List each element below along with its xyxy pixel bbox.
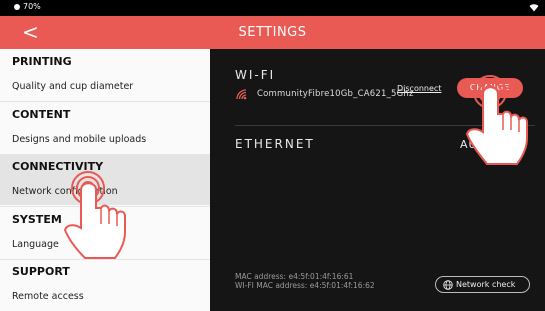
- sidebar-item-remote-access[interactable]: Remote access: [0, 284, 210, 310]
- change-network-button[interactable]: CHANGE: [457, 78, 523, 98]
- network-name: CommunityFibre10Gb_CA621_5Ghz: [257, 89, 414, 99]
- sidebar-item-language[interactable]: Language: [0, 232, 210, 258]
- wifi-mac-address: WI-FI MAC address: e4:5f:01:4f:16:62: [235, 281, 375, 290]
- wifi-signal-icon: [236, 89, 247, 100]
- mac-addresses: MAC address: e4:5f:01:4f:16:61 WI-FI MAC…: [235, 272, 375, 290]
- section-heading-connectivity: CONNECTIVITY: [12, 160, 104, 173]
- ethernet-auto-toggle[interactable]: [500, 137, 524, 151]
- connected-network: CommunityFibre10Gb_CA621_5Ghz: [235, 86, 414, 102]
- status-bar: 70%: [0, 0, 545, 16]
- page-title: SETTINGS: [238, 25, 307, 40]
- connectivity-panel: WI-FI CommunityFibre10Gb_CA621_5Ghz Disc…: [210, 49, 545, 311]
- network-check-label: Network check: [456, 280, 516, 289]
- settings-sidebar: PRINTING Quality and cup diameter CONTEN…: [0, 49, 210, 311]
- globe-icon: [443, 279, 453, 290]
- ethernet-section-label: ETHERNET: [235, 137, 315, 151]
- wifi-section-label: WI-FI: [235, 68, 276, 82]
- toggle-knob: [511, 138, 523, 150]
- section-heading-printing: PRINTING: [12, 55, 72, 68]
- battery-indicator: 70%: [14, 2, 41, 11]
- divider: [0, 206, 210, 207]
- battery-level: 70%: [23, 2, 41, 11]
- wifi-icon: [529, 4, 539, 12]
- section-heading-system: SYSTEM: [12, 213, 62, 226]
- divider: [0, 101, 210, 102]
- mac-address: MAC address: e4:5f:01:4f:16:61: [235, 272, 354, 281]
- sidebar-item-network-configuration[interactable]: Network configuration: [0, 179, 210, 205]
- disconnect-link[interactable]: Disconnect: [397, 84, 441, 93]
- ethernet-mode-label: AUTO: [460, 138, 495, 151]
- app-header: < SETTINGS: [0, 16, 545, 49]
- sidebar-item-designs[interactable]: Designs and mobile uploads: [0, 127, 210, 153]
- section-heading-support: SUPPORT: [12, 265, 70, 278]
- divider: [235, 125, 535, 126]
- section-heading-content: CONTENT: [12, 108, 71, 121]
- battery-icon: [14, 3, 20, 10]
- sidebar-item-quality[interactable]: Quality and cup diameter: [0, 74, 210, 100]
- network-check-button[interactable]: Network check: [435, 276, 530, 293]
